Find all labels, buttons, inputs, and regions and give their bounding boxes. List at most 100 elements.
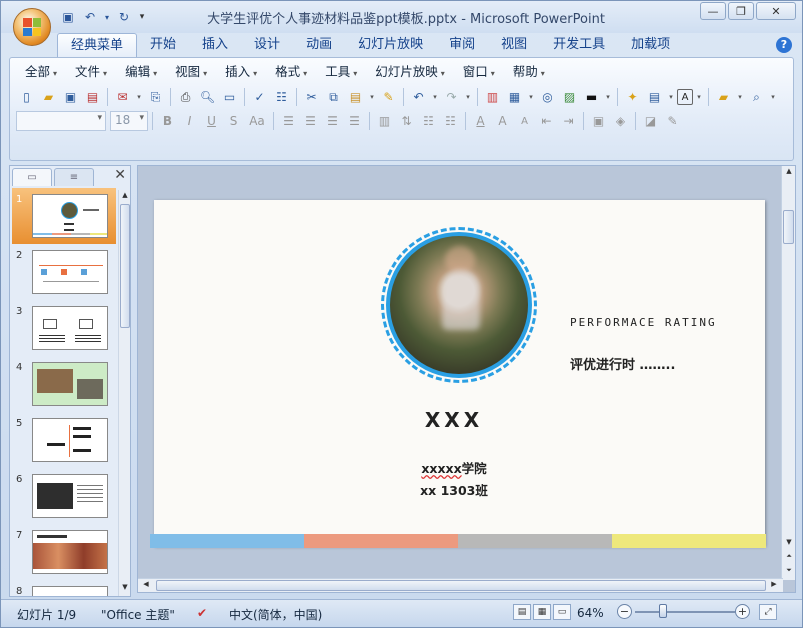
performance-rating-text[interactable]: PERFORMACE RATING: [570, 316, 717, 329]
print-preview-icon[interactable]: 🔍︎: [197, 87, 218, 108]
publish-icon[interactable]: ⎘: [145, 87, 166, 108]
open-icon[interactable]: ▰: [38, 87, 59, 108]
slide-sorter-icon[interactable]: ▦: [533, 604, 551, 620]
slide-thumb-row[interactable]: 1: [12, 188, 116, 244]
menu-window[interactable]: 窗口 ▾: [454, 62, 504, 82]
insert-chart-icon[interactable]: ▥: [482, 87, 503, 108]
shrink-font-icon[interactable]: A: [514, 111, 535, 132]
tab-addins[interactable]: 加载项: [618, 33, 683, 57]
tab-outline[interactable]: ≡: [54, 168, 94, 186]
font-size-combo[interactable]: 18: [110, 111, 148, 131]
scroll-up-icon[interactable]: ▲: [783, 167, 795, 179]
insert-picture-icon[interactable]: ▨: [559, 87, 580, 108]
menu-edit[interactable]: 编辑 ▾: [116, 62, 166, 82]
previous-slide-icon[interactable]: ⏶: [783, 552, 795, 564]
undo-icon[interactable]: ↶: [81, 8, 99, 26]
shape-outline-icon[interactable]: ✎: [662, 111, 683, 132]
justify-icon[interactable]: ☰: [344, 111, 365, 132]
tab-animations[interactable]: 动画: [293, 33, 345, 57]
increase-indent-icon[interactable]: ⇥: [558, 111, 579, 132]
slide-thumb-row[interactable]: 6: [12, 468, 116, 524]
menu-help[interactable]: 帮助 ▾: [504, 62, 554, 82]
color-grayscale-icon[interactable]: ▬: [581, 87, 602, 108]
zoom-level[interactable]: 64%: [577, 606, 604, 620]
text-box-icon[interactable]: A: [677, 89, 693, 105]
tab-classic-menu[interactable]: 经典菜单: [57, 33, 138, 57]
editor-horizontal-scrollbar[interactable]: ◀ ▶: [138, 578, 783, 592]
menu-file[interactable]: 文件 ▾: [66, 62, 116, 82]
redo-icon[interactable]: ↻: [115, 8, 133, 26]
zoom-in-icon[interactable]: +: [735, 604, 750, 619]
zoom-slider-track[interactable]: [635, 611, 735, 613]
scroll-thumb[interactable]: [156, 580, 766, 591]
menu-all[interactable]: 全部 ▾: [16, 62, 66, 82]
insert-table-icon[interactable]: ▦: [504, 87, 525, 108]
scroll-up-icon[interactable]: ▲: [120, 191, 130, 203]
slide-thumbnail[interactable]: [32, 474, 108, 518]
insert-table-dropdown-icon[interactable]: ▾: [526, 87, 536, 108]
align-left-icon[interactable]: ☰: [278, 111, 299, 132]
folder-dropdown-icon[interactable]: ▾: [735, 87, 745, 108]
fit-to-window-icon[interactable]: ⤢: [759, 604, 777, 620]
slide-thumbnail[interactable]: [32, 250, 108, 294]
redo-icon[interactable]: ↷: [441, 87, 462, 108]
normal-view-icon[interactable]: ▤: [513, 604, 531, 620]
align-center-icon[interactable]: ☰: [300, 111, 321, 132]
profile-photo[interactable]: [381, 227, 537, 383]
folder-icon[interactable]: ▰: [713, 87, 734, 108]
slide-thumb-row[interactable]: 3: [12, 300, 116, 356]
editor-vertical-scrollbar[interactable]: ▲ ▼ ⏶ ⏷: [781, 166, 795, 580]
new-slide-icon[interactable]: ✦: [622, 87, 643, 108]
customize-qat-icon[interactable]: ▾: [137, 8, 147, 26]
slide-thumb-row[interactable]: 2: [12, 244, 116, 300]
scroll-down-icon[interactable]: ▼: [120, 583, 130, 595]
scroll-thumb[interactable]: [120, 204, 130, 328]
tab-review[interactable]: 审阅: [436, 33, 488, 57]
page-setup-icon[interactable]: ▭: [219, 87, 240, 108]
zoom-slider-thumb[interactable]: [659, 604, 667, 618]
font-name-combo[interactable]: [16, 111, 106, 131]
close-pane-icon[interactable]: ✕: [114, 167, 126, 183]
slide-layout-icon[interactable]: ▤: [644, 87, 665, 108]
slide-thumbnail[interactable]: [32, 362, 108, 406]
menu-tools[interactable]: 工具 ▾: [316, 62, 366, 82]
tab-design[interactable]: 设计: [241, 33, 293, 57]
slide-layout-dropdown-icon[interactable]: ▾: [666, 87, 676, 108]
color-grayscale-dropdown-icon[interactable]: ▾: [603, 87, 613, 108]
italic-icon[interactable]: I: [179, 111, 200, 132]
slide-canvas[interactable]: PERFORMACE RATING 评优进行时 …….. XXX xxxxx学院…: [154, 200, 765, 546]
font-color-icon[interactable]: A: [470, 111, 491, 132]
menu-insert[interactable]: 插入 ▾: [216, 62, 266, 82]
decrease-indent-icon[interactable]: ⇤: [536, 111, 557, 132]
slides-pane-scrollbar[interactable]: ▲ ▼: [118, 190, 130, 596]
align-right-icon[interactable]: ☰: [322, 111, 343, 132]
minimize-button[interactable]: —: [700, 2, 726, 20]
restore-button[interactable]: ❐: [728, 2, 754, 20]
format-painter-icon[interactable]: ✎: [378, 87, 399, 108]
shapes-icon[interactable]: ◈: [610, 111, 631, 132]
tab-slides[interactable]: ▭: [12, 168, 52, 186]
slide-thumbnail[interactable]: [32, 586, 108, 596]
change-case-icon[interactable]: Aa: [245, 111, 269, 132]
clip-art-icon[interactable]: ◎: [537, 87, 558, 108]
next-slide-icon[interactable]: ⏷: [783, 566, 795, 578]
tab-home[interactable]: 开始: [137, 33, 189, 57]
undo-icon[interactable]: ↶: [408, 87, 429, 108]
undo-dropdown-icon[interactable]: ▾: [430, 87, 440, 108]
slide-thumbnail[interactable]: [32, 306, 108, 350]
shadow-icon[interactable]: S: [223, 111, 244, 132]
scroll-right-icon[interactable]: ▶: [769, 580, 779, 592]
text-direction-icon[interactable]: ⇅: [396, 111, 417, 132]
paste-dropdown-icon[interactable]: ▾: [367, 87, 377, 108]
spell-check-icon[interactable]: ✔: [197, 606, 207, 620]
help-icon[interactable]: ?: [776, 37, 792, 53]
office-button[interactable]: [13, 8, 51, 46]
grow-font-icon[interactable]: A: [492, 111, 513, 132]
find-dropdown-icon[interactable]: ▾: [768, 87, 778, 108]
slide-thumb-row[interactable]: 4: [12, 356, 116, 412]
shape-fill-icon[interactable]: ◪: [640, 111, 661, 132]
send-dropdown-icon[interactable]: ▾: [134, 87, 144, 108]
bullets-icon[interactable]: ☷: [440, 111, 461, 132]
evaluation-text[interactable]: 评优进行时 ……..: [570, 354, 675, 373]
bold-icon[interactable]: B: [157, 111, 178, 132]
